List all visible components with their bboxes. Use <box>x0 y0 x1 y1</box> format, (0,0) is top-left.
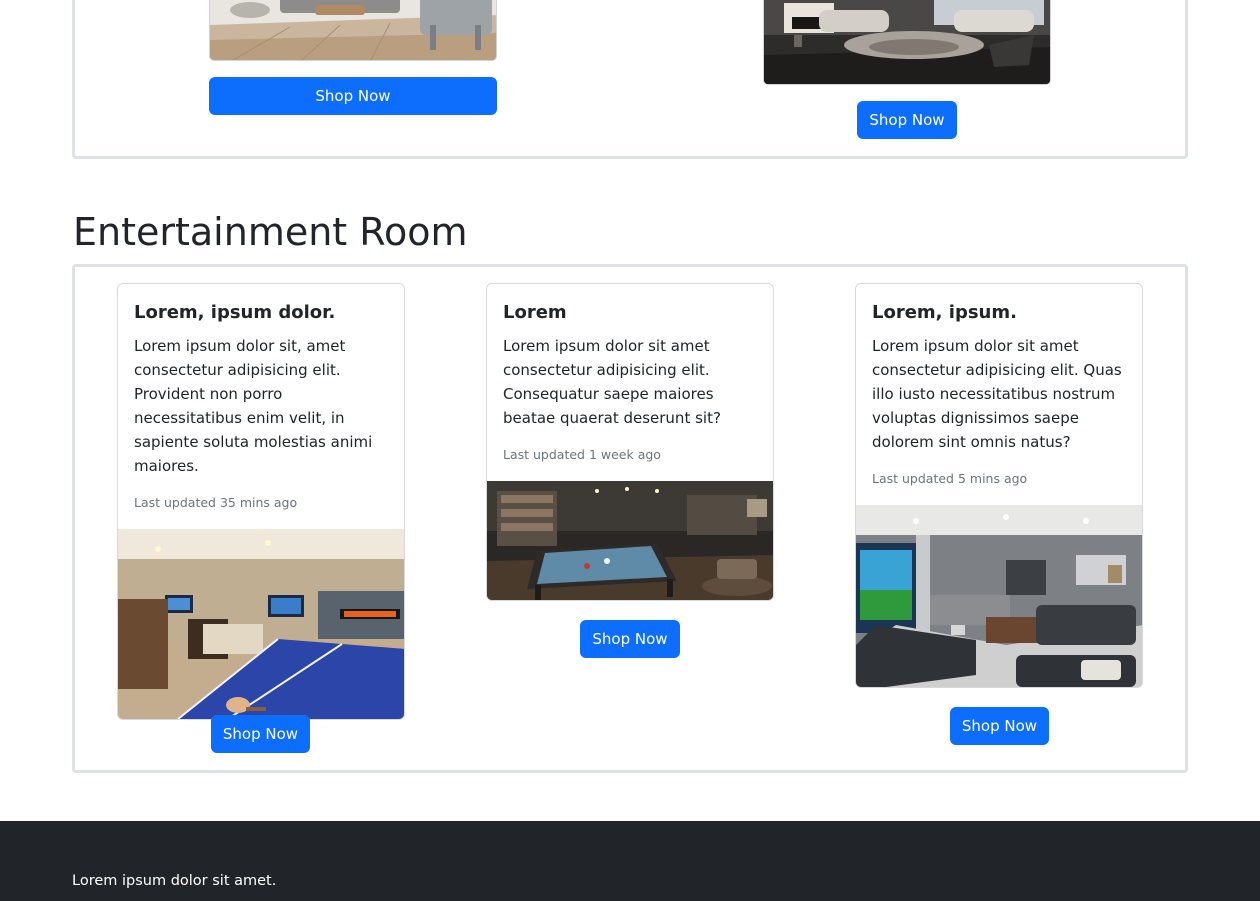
card-text: Lorem ipsum dolor sit amet consectetur a… <box>872 337 1122 451</box>
card-updated-time: Last updated 1 week ago <box>503 447 661 462</box>
card-text: Lorem ipsum dolor sit amet consectetur a… <box>503 337 721 427</box>
living-room-image-2 <box>763 0 1051 85</box>
shop-now-button[interactable]: Shop Now <box>211 715 310 753</box>
shop-now-button[interactable]: Shop Now <box>950 707 1049 745</box>
footer-text: Lorem ipsum dolor sit amet. <box>72 873 277 889</box>
shop-now-button[interactable]: Shop Now <box>580 620 680 658</box>
card-updated-time: Last updated 35 mins ago <box>134 495 298 510</box>
card-image-media-room <box>856 505 1142 687</box>
card-text: Lorem ipsum dolor sit, amet consectetur … <box>134 337 373 475</box>
page-footer: Lorem ipsum dolor sit amet. <box>0 821 1260 901</box>
product-card-1: Lorem, ipsum dolor. Lorem ipsum dolor si… <box>117 283 405 720</box>
card-image-billiard-room <box>487 481 773 600</box>
living-room-image-1 <box>209 0 497 61</box>
card-updated-time: Last updated 5 mins ago <box>872 471 1028 486</box>
product-card-3: Lorem, ipsum. Lorem ipsum dolor sit amet… <box>855 283 1143 688</box>
shop-now-button[interactable]: Shop Now <box>857 101 957 139</box>
card-title: Lorem, ipsum. <box>872 302 1017 323</box>
section-title: Entertainment Room <box>73 210 468 254</box>
card-image-ping-pong-room <box>118 529 404 719</box>
living-room-photo-2 <box>764 0 1050 84</box>
card-title: Lorem <box>503 302 567 323</box>
shop-now-button[interactable]: Shop Now <box>209 77 497 115</box>
living-room-photo-1 <box>210 0 496 60</box>
card-title: Lorem, ipsum dolor. <box>134 302 336 323</box>
product-card-2: Lorem Lorem ipsum dolor sit amet consect… <box>486 283 774 601</box>
